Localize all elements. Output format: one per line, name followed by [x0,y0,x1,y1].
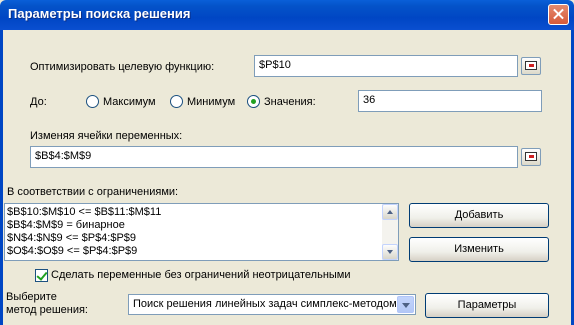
add-constraint-button[interactable]: Добавить [409,203,549,228]
scroll-up-icon[interactable] [382,204,398,220]
radio-value[interactable] [247,95,260,108]
method-selected-value: Поиск решения линейных задач симплекс-ме… [133,298,397,310]
method-label-line2: метод решения: [6,304,88,316]
objective-pick-button[interactable] [521,57,541,75]
variables-label: Изменяя ячейки переменных: [30,130,183,142]
constraints-scrollbar[interactable] [382,204,398,260]
radio-value-label[interactable]: Значения: [264,96,316,108]
nonnegative-checkbox[interactable] [35,269,48,282]
range-select-icon [525,61,537,70]
constraints-list[interactable]: $B$10:$M$10 <= $B$11:$M$11 $B$4:$M$9 = б… [4,203,399,261]
title-bar: Параметры поиска решения [0,0,574,30]
nonnegative-label[interactable]: Сделать переменные без ограничений неотр… [51,269,351,281]
window-title: Параметры поиска решения [8,6,191,21]
range-select-icon [525,152,537,161]
list-item[interactable]: $N$4:$N$9 <= $P$4:$P$9 [7,232,136,244]
variables-pick-button[interactable] [521,148,541,166]
radio-minimum[interactable] [170,95,183,108]
objective-label: Оптимизировать целевую функцию: [30,61,215,73]
list-item[interactable]: $O$4:$O$9 <= $P$4:$P$9 [7,245,137,257]
parameters-button[interactable]: Параметры [425,293,549,318]
close-button[interactable] [548,4,569,25]
method-label-line1: Выберите [6,291,57,303]
chevron-down-icon[interactable] [397,296,414,313]
method-select[interactable]: Поиск решения линейных задач симплекс-ме… [128,294,416,315]
list-item[interactable]: $B$10:$M$10 <= $B$11:$M$11 [7,206,161,218]
change-constraint-button[interactable]: Изменить [409,237,549,262]
constraints-label: В соответствии с ограничениями: [7,186,179,198]
radio-maximum[interactable] [86,95,99,108]
target-value-input[interactable]: 36 [358,90,542,112]
checkmark-icon [36,269,48,281]
radio-maximum-label[interactable]: Максимум [103,96,156,108]
objective-input[interactable]: $P$10 [254,55,518,77]
direction-label: До: [30,96,47,108]
radio-minimum-label[interactable]: Минимум [187,96,235,108]
list-item[interactable]: $B$4:$M$9 = бинарное [7,219,125,231]
scroll-down-icon[interactable] [382,244,398,260]
variables-input[interactable]: $B$4:$M$9 [30,146,518,168]
